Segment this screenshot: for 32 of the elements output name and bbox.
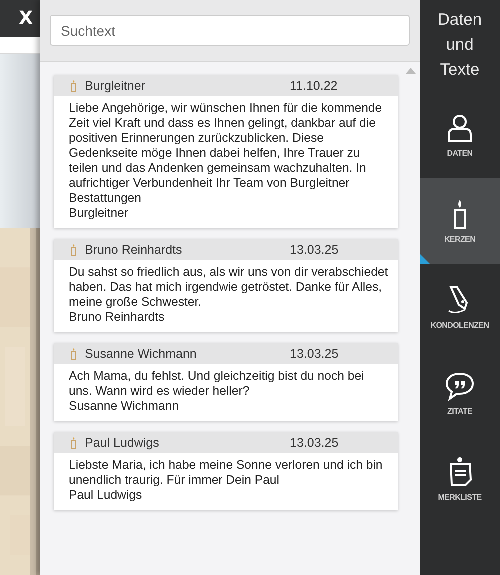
nav-item[interactable]: ZITATE	[420, 350, 500, 436]
candle-icon	[71, 244, 77, 256]
nav-item[interactable]: DATEN	[420, 92, 500, 178]
nav-item[interactable]: MERKLISTE	[420, 436, 500, 522]
search-field[interactable]: Suchtext	[50, 15, 410, 46]
speech-bubble-icon	[445, 370, 475, 400]
sidebar-title: Daten und Texte	[436, 10, 484, 81]
author-name: Burgleitner	[85, 78, 146, 92]
signature: Paul Ludwigs	[69, 488, 144, 503]
message-text: Liebste Maria, ich habe meine Sonne verloren und ich bin unendlich traurig. Für immer Dein Paul	[69, 458, 384, 488]
entry-date: 13.03.25	[290, 346, 339, 360]
signature: Susanne Wichmann	[69, 399, 180, 414]
nav-item[interactable]: KONDOLENZEN	[420, 264, 500, 350]
entry-date: 13.03.25	[290, 436, 339, 450]
candle-icon	[71, 80, 77, 92]
close-button[interactable]: X	[19, 8, 40, 29]
entry-date: 13.03.25	[290, 242, 339, 256]
scroll-up-icon[interactable]	[406, 68, 416, 74]
author-name: Bruno Reinhardts	[85, 242, 184, 256]
candle-icon	[71, 348, 77, 360]
author-name: Susanne Wichmann	[85, 346, 198, 360]
entry-date: 11.10.22	[290, 78, 338, 92]
person-icon	[445, 112, 475, 142]
message-text: Liebe Angehörige, wir wünschen Ihnen für die kommende Zeit viel Kraft und dass es Ihnen gelingt, dankbar auf die positiven Erinnerungen zurückzublicken. Diese Gedenkseite möge Ihnen dabei helfen, Ihre Trauer zu teilen und das Andenken gemeinsam wachzuhalten. In aufrichtiger Verbundenheit Ihr Team von Burgleitner Bestattungen	[69, 101, 384, 206]
candle-icon	[71, 436, 77, 448]
nav-item[interactable]: KERZEN	[420, 178, 500, 264]
signature: Bruno Reinhardts	[69, 310, 166, 325]
selection-marker	[420, 254, 430, 264]
message-text: Ach Mama, du fehlst. Und gleichzeitig bist du noch bei uns. Wann wird es wieder heller?	[69, 369, 366, 399]
message-text: Du sahst so friedlich aus, als wir uns von dir verabschiedet haben. Das hat mich irgendwie getröstet. Danke für Alles, meine große Schwester.	[69, 265, 390, 310]
signature: Burgleitner	[69, 206, 130, 221]
author-name: Paul Ludwigs	[85, 436, 160, 450]
